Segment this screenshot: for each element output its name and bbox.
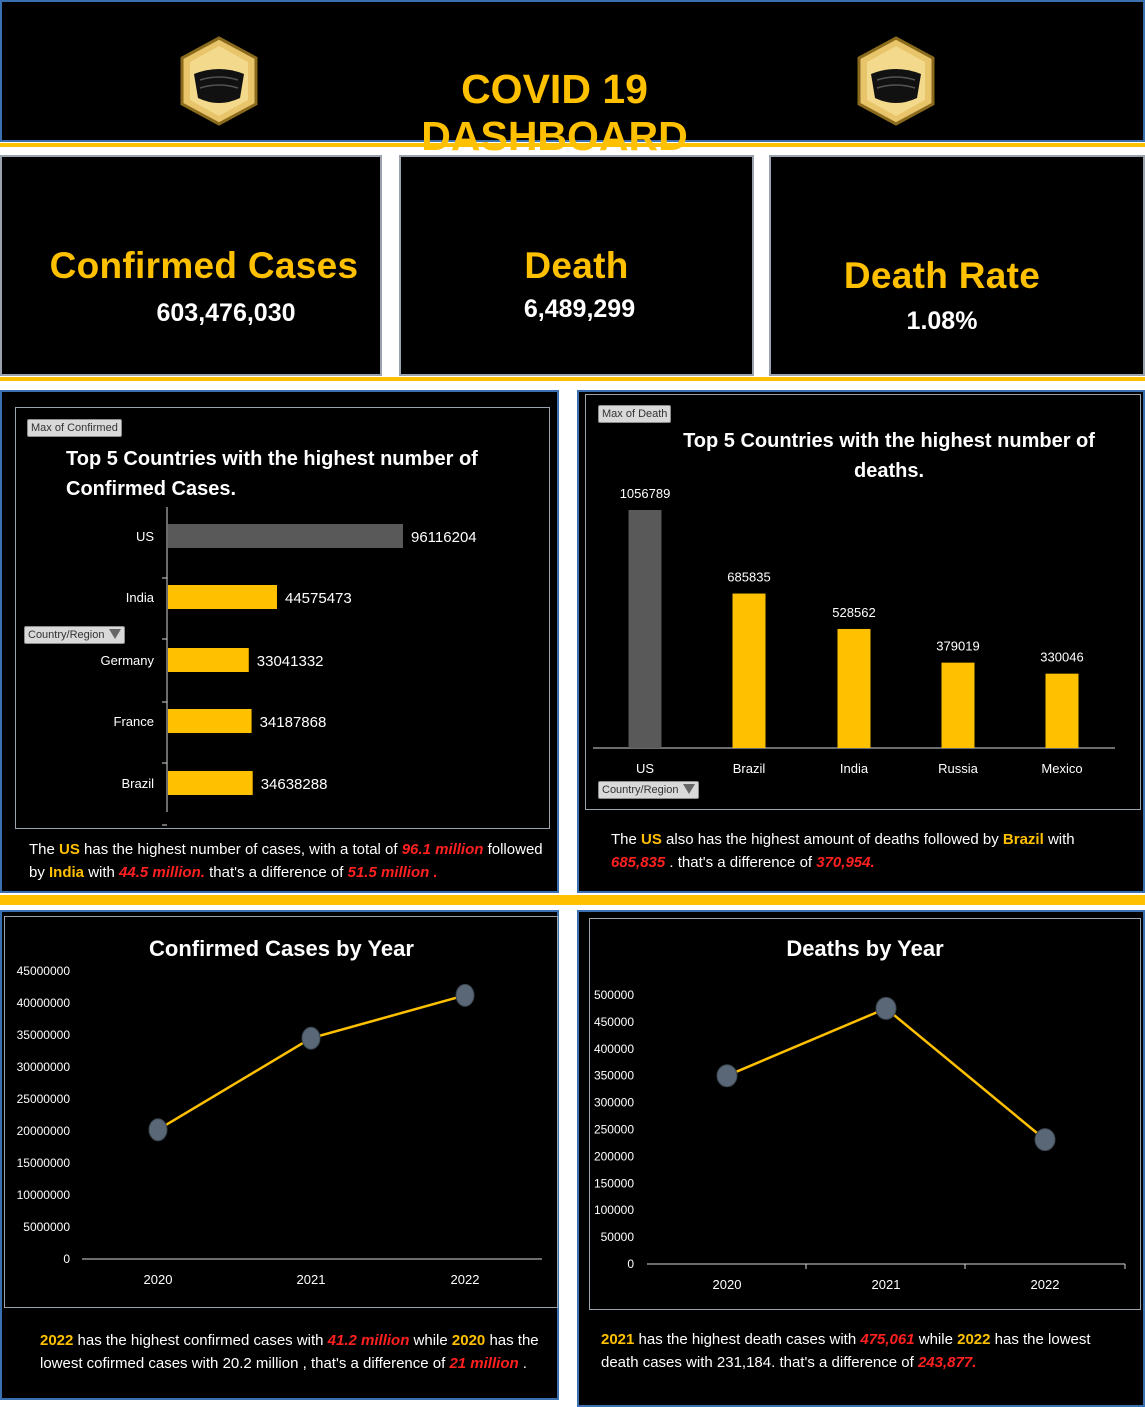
panel-confirmed-by-year: Confirmed Cases by Year 0 5000000 10000000…	[0, 910, 559, 1400]
kpi-card-death: Death 6,489,299	[399, 155, 754, 376]
data-point	[875, 996, 897, 1020]
category-label: Brazil	[733, 761, 766, 776]
data-point	[301, 1026, 321, 1050]
kpi-card-confirmed: Confirmed Cases 603,476,030	[0, 155, 382, 376]
y-tick-label: 350000	[594, 1069, 634, 1083]
y-tick-label: 25000000	[17, 1092, 71, 1106]
x-tick-label: 2020	[713, 1277, 742, 1292]
data-label: 379019	[936, 639, 979, 654]
bar	[732, 593, 766, 748]
header-banner: COVID 19 DASHBOARD	[0, 0, 1145, 159]
divider-line	[0, 377, 1145, 381]
data-label: 96116204	[411, 529, 477, 546]
data-point	[148, 1118, 168, 1142]
category-label: Brazil	[121, 776, 154, 791]
y-tick-label: 5000000	[23, 1220, 70, 1234]
bar	[168, 585, 277, 609]
panel-deaths-by-year: Deaths by Year 0 50000 100000 150000 200000 2…	[577, 910, 1145, 1407]
data-point	[455, 983, 475, 1007]
kpi-label: Death	[524, 245, 629, 286]
y-tick-label: 45000000	[17, 964, 71, 978]
bar	[628, 510, 662, 748]
kpi-value: 603,476,030	[156, 299, 296, 327]
x-tick-label: 2022	[1031, 1277, 1060, 1292]
y-tick-label: 200000	[594, 1149, 634, 1163]
face-mask-icon	[857, 36, 935, 126]
category-label: Mexico	[1041, 761, 1082, 776]
series-line	[157, 994, 466, 1131]
bar	[168, 771, 253, 795]
data-point	[716, 1064, 738, 1088]
bar-chart-top5-deaths: 1056789 US 685835 Brazil 528562 India 379019 Ru…	[593, 486, 1115, 776]
kpi-label: Confirmed Cases	[49, 245, 359, 286]
data-label: 528562	[832, 605, 875, 620]
category-label: Germany	[101, 653, 155, 668]
line-chart-deaths-by-year: 0 50000 100000 150000 200000 250000 300000 3500…	[594, 988, 1126, 1292]
bar	[168, 709, 252, 733]
divider-line	[0, 895, 1145, 905]
category-label: France	[114, 714, 154, 729]
panel-top5-confirmed: Max of Confirmed Top 5 Countries with th…	[0, 390, 559, 893]
category-label: India	[126, 590, 155, 605]
y-tick-label: 400000	[594, 1042, 634, 1056]
y-tick-label: 20000000	[17, 1124, 71, 1138]
y-tick-label: 450000	[594, 1015, 634, 1029]
line-chart-confirmed-by-year: 0 5000000 10000000 15000000 20000000 25000000…	[17, 964, 542, 1287]
data-label: 34638288	[261, 776, 328, 793]
data-label: 44575473	[285, 590, 352, 607]
y-tick-label: 15000000	[17, 1156, 71, 1170]
x-tick-label: 2021	[297, 1272, 326, 1287]
bar-chart-top5-confirmed: US 96116204 India 44575473 Germany 33041332 Fr…	[101, 507, 477, 826]
y-tick-label: 30000000	[17, 1060, 71, 1074]
y-tick-label: 100000	[594, 1203, 634, 1217]
y-tick-label: 150000	[594, 1176, 634, 1190]
y-tick-label: 500000	[594, 988, 634, 1002]
y-tick-label: 250000	[594, 1123, 634, 1137]
kpi-value: 1.08%	[906, 307, 978, 335]
data-label: 330046	[1040, 650, 1083, 665]
insight-text: The US has the highest number of cases, …	[29, 841, 543, 881]
y-tick-label: 10000000	[17, 1188, 71, 1202]
divider-line	[0, 143, 1145, 147]
category-label: US	[636, 761, 654, 776]
bar	[168, 648, 249, 672]
data-label: 33041332	[257, 653, 324, 670]
bar	[168, 524, 403, 548]
insight-text: 2022 has the highest confirmed cases wit…	[40, 1332, 539, 1372]
insight-text: 2021 has the highest death cases with 47…	[601, 1331, 1091, 1371]
bar	[941, 662, 975, 748]
data-point	[1034, 1128, 1056, 1152]
y-tick-label: 0	[627, 1257, 634, 1271]
bar	[1045, 673, 1079, 748]
y-tick-label: 0	[63, 1252, 70, 1266]
x-tick-label: 2020	[144, 1272, 173, 1287]
category-label: US	[136, 529, 154, 544]
kpi-card-death-rate: Death Rate 1.08%	[769, 155, 1145, 376]
x-tick-label: 2021	[872, 1277, 901, 1292]
category-label: India	[840, 761, 869, 776]
face-mask-icon	[180, 36, 258, 126]
data-label: 1056789	[620, 486, 671, 501]
category-label: Russia	[938, 761, 979, 776]
y-tick-label: 40000000	[17, 996, 71, 1010]
y-tick-label: 300000	[594, 1096, 634, 1110]
data-label: 685835	[727, 570, 770, 585]
series-line	[726, 1006, 1046, 1141]
x-tick-label: 2022	[451, 1272, 480, 1287]
insight-text: The US also has the highest amount of de…	[611, 831, 1075, 871]
kpi-value: 6,489,299	[523, 295, 636, 323]
panel-top5-deaths: Max of Death Top 5 Countries with the hi…	[577, 390, 1145, 893]
y-tick-label: 50000	[601, 1230, 635, 1244]
y-tick-label: 35000000	[17, 1028, 71, 1042]
kpi-label: Death Rate	[843, 255, 1041, 296]
bar	[837, 628, 871, 748]
data-label: 34187868	[260, 714, 327, 731]
